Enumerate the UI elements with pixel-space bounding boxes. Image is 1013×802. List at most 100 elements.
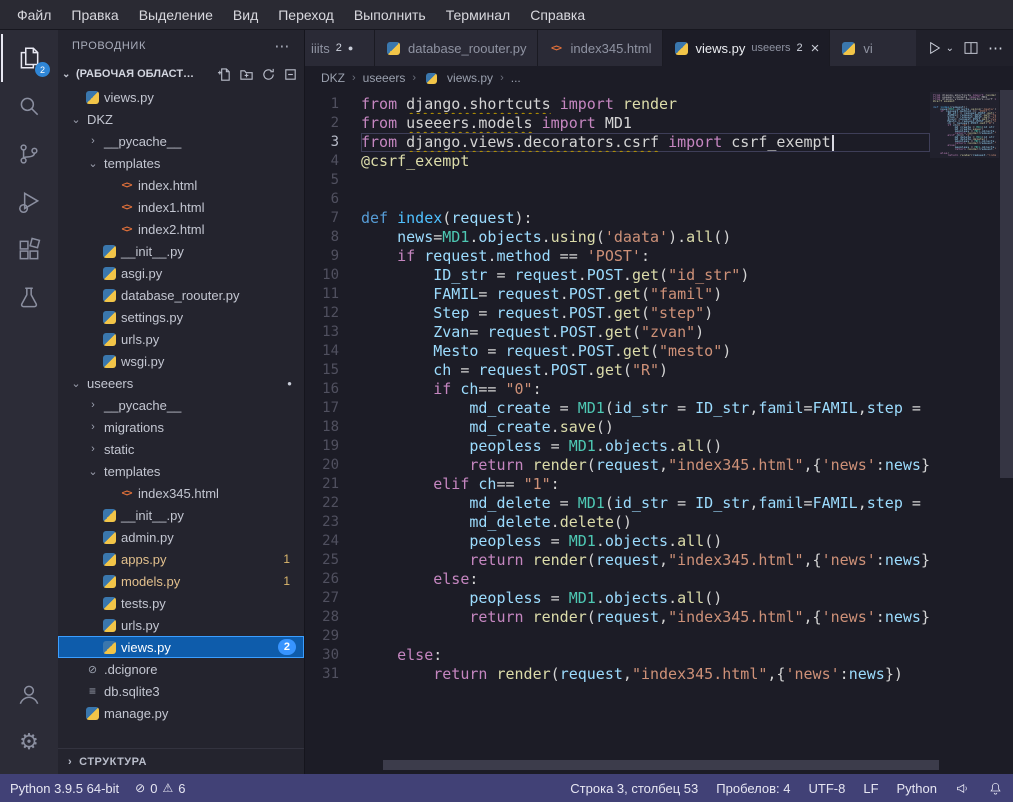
- py-file-icon: [101, 311, 118, 324]
- line-number: 19: [305, 437, 361, 456]
- line-text: ID_str = request.POST.get("id_str"): [361, 266, 930, 285]
- menu-item-Файл[interactable]: Файл: [8, 4, 60, 26]
- tree-item-views.py[interactable]: views.py2: [58, 636, 304, 658]
- tree-item-.dcignore[interactable]: ⊘.dcignore: [58, 658, 304, 680]
- tree-item-useeers[interactable]: ⌄useeers●: [58, 372, 304, 394]
- source-control-icon[interactable]: [1, 130, 57, 178]
- account-icon[interactable]: [1, 670, 57, 718]
- tree-item-urls.py[interactable]: urls.py: [58, 614, 304, 636]
- editor-area: iiits2●database_roouter.py<>index345.htm…: [305, 30, 1013, 774]
- tree-item-index1.html[interactable]: <>index1.html: [58, 196, 304, 218]
- tree-item-__pycache__[interactable]: ›__pycache__: [58, 130, 304, 152]
- extensions-icon[interactable]: [1, 226, 57, 274]
- python-version[interactable]: Python 3.9.5 64-bit: [10, 781, 119, 796]
- tree-item-__init__.py[interactable]: __init__.py: [58, 240, 304, 262]
- encoding[interactable]: UTF-8: [809, 781, 846, 796]
- problems-indicator[interactable]: ⊘ 0 ⚠ 6: [135, 781, 185, 796]
- new-file-icon[interactable]: [217, 67, 232, 82]
- split-editor-icon[interactable]: [963, 40, 979, 56]
- tree-item-asgi.py[interactable]: asgi.py: [58, 262, 304, 284]
- vertical-scrollbar[interactable]: [1000, 90, 1013, 478]
- run-button[interactable]: [926, 40, 942, 56]
- breadcrumb-item-...[interactable]: ...: [511, 71, 521, 85]
- tree-item-__pycache__[interactable]: ›__pycache__: [58, 394, 304, 416]
- tree-item-index2.html[interactable]: <>index2.html: [58, 218, 304, 240]
- tree-item-__init__.py[interactable]: __init__.py: [58, 504, 304, 526]
- search-icon[interactable]: [1, 82, 57, 130]
- breadcrumb-separator-icon: ›: [500, 72, 504, 84]
- menu-item-Терминал[interactable]: Терминал: [437, 4, 519, 26]
- tab-bar: iiits2●database_roouter.py<>index345.htm…: [305, 30, 1013, 66]
- tree-item-DKZ[interactable]: ⌄DKZ: [58, 108, 304, 130]
- tree-item-index.html[interactable]: <>index.html: [58, 174, 304, 196]
- close-icon[interactable]: ×: [811, 41, 820, 56]
- tree-item-views.py[interactable]: views.py: [58, 86, 304, 108]
- tab-vi[interactable]: vi: [830, 30, 915, 66]
- line-number: 14: [305, 342, 361, 361]
- tree-item-label: admin.py: [121, 530, 174, 545]
- menu-item-Правка[interactable]: Правка: [62, 4, 127, 26]
- breadcrumb-item-useeers[interactable]: useeers: [363, 71, 406, 85]
- outline-section-header[interactable]: › СТРУКТУРА: [58, 748, 304, 774]
- language-mode[interactable]: Python: [897, 781, 937, 796]
- menu-item-Выполнить[interactable]: Выполнить: [345, 4, 435, 26]
- notifications-bell-icon[interactable]: [988, 781, 1003, 796]
- minimap[interactable]: from django.shortcuts import renderfrom …: [930, 92, 999, 158]
- tab-views.py[interactable]: views.pyuseeers2×: [663, 30, 831, 66]
- refresh-icon[interactable]: [261, 67, 276, 82]
- tab-iiits[interactable]: iiits2●: [305, 30, 375, 66]
- menu-item-Справка[interactable]: Справка: [521, 4, 594, 26]
- tree-item-templates[interactable]: ⌄templates: [58, 460, 304, 482]
- tree-item-database_roouter.py[interactable]: database_roouter.py: [58, 284, 304, 306]
- tree-item-db.sqlite3[interactable]: ≡db.sqlite3: [58, 680, 304, 702]
- line-text: peopless = MD1.objects.all(): [361, 532, 930, 551]
- tree-item-templates[interactable]: ⌄templates: [58, 152, 304, 174]
- tree-item-apps.py[interactable]: apps.py1: [58, 548, 304, 570]
- new-folder-icon[interactable]: [239, 67, 254, 82]
- sidebar-title: ПРОВОДНИК: [72, 40, 146, 52]
- tree-item-wsgi.py[interactable]: wsgi.py: [58, 350, 304, 372]
- tab-database_roouter.py[interactable]: database_roouter.py: [375, 30, 538, 66]
- run-debug-icon[interactable]: [1, 178, 57, 226]
- tree-item-models.py[interactable]: models.py1: [58, 570, 304, 592]
- tree-item-migrations[interactable]: ›migrations: [58, 416, 304, 438]
- tree-item-admin.py[interactable]: admin.py: [58, 526, 304, 548]
- indentation[interactable]: Пробелов: 4: [716, 781, 790, 796]
- tab-index345.html[interactable]: <>index345.html: [538, 30, 663, 66]
- breadcrumb-item-DKZ[interactable]: DKZ: [321, 71, 345, 85]
- chevron-spacer: [102, 487, 118, 499]
- tree-item-manage.py[interactable]: manage.py: [58, 702, 304, 724]
- tree-item-label: views.py: [121, 640, 171, 655]
- collapse-all-icon[interactable]: [283, 67, 298, 82]
- workspace-section-header[interactable]: ⌄ (РАБОЧАЯ ОБЛАСТЬ) ...: [58, 62, 304, 86]
- testing-icon[interactable]: [1, 274, 57, 322]
- line-number: 29: [305, 627, 361, 646]
- more-actions-icon[interactable]: ⋯: [274, 37, 290, 55]
- tree-item-label: index.html: [138, 178, 197, 193]
- tree-item-static[interactable]: ›static: [58, 438, 304, 460]
- menu-item-Выделение[interactable]: Выделение: [130, 4, 222, 26]
- editor-more-icon[interactable]: ⋯: [988, 39, 1003, 57]
- chevron-spacer: [85, 289, 101, 301]
- explorer-icon[interactable]: 2: [1, 34, 57, 82]
- problems-badge: 1: [283, 552, 290, 566]
- menu-item-Переход[interactable]: Переход: [269, 4, 343, 26]
- tree-item-urls.py[interactable]: urls.py: [58, 328, 304, 350]
- run-dropdown-icon[interactable]: ⌄: [946, 43, 954, 54]
- breadcrumb-separator-icon: ›: [352, 72, 356, 84]
- tree-item-tests.py[interactable]: tests.py: [58, 592, 304, 614]
- tree-item-index345.html[interactable]: <>index345.html: [58, 482, 304, 504]
- py-file-icon: [673, 42, 690, 55]
- chevron-right-icon: ›: [85, 135, 101, 147]
- horizontal-scrollbar[interactable]: [383, 760, 939, 770]
- tree-item-settings.py[interactable]: settings.py: [58, 306, 304, 328]
- breadcrumb-item-views.py[interactable]: views.py: [447, 71, 493, 85]
- eol-selector[interactable]: LF: [863, 781, 878, 796]
- code-editor[interactable]: 1from django.shortcuts import render2fro…: [305, 90, 1013, 774]
- cursor-position[interactable]: Строка 3, столбец 53: [570, 781, 698, 796]
- feedback-icon[interactable]: [955, 781, 970, 796]
- code-line-1: 1from django.shortcuts import render: [305, 95, 930, 114]
- settings-gear-icon[interactable]: ⚙: [1, 718, 57, 766]
- menu-item-Вид[interactable]: Вид: [224, 4, 267, 26]
- line-text: if ch== "0":: [361, 380, 930, 399]
